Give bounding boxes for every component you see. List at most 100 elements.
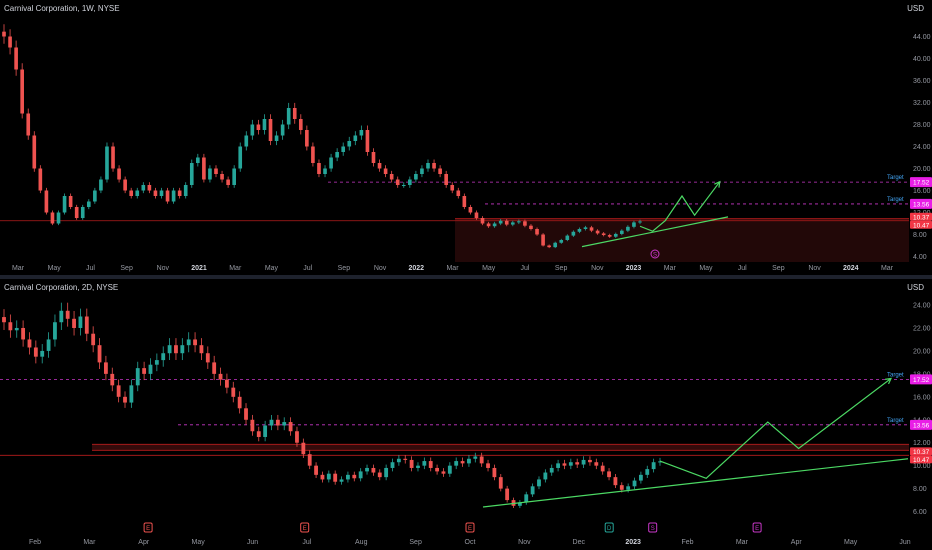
x-tick-label: 2024 <box>843 265 859 272</box>
candle-body <box>524 494 529 503</box>
candle-body <box>329 157 333 169</box>
candle-body <box>311 146 315 163</box>
candle-body <box>72 318 76 328</box>
candle-body <box>8 322 13 331</box>
candle-body <box>486 223 491 227</box>
event-marker-letter: S <box>651 526 655 532</box>
candle-body <box>84 316 89 334</box>
candle-body <box>256 431 261 437</box>
candle-body <box>33 347 38 357</box>
candle-body <box>498 220 503 224</box>
candle-body <box>205 353 210 363</box>
candle-body <box>377 472 382 478</box>
x-tick-label: Sep <box>120 265 133 272</box>
x-tick-label: Dec <box>573 539 586 546</box>
candle-body <box>193 339 197 346</box>
candle-body <box>280 124 285 136</box>
candle-body <box>238 146 243 169</box>
candle-body <box>473 456 478 459</box>
x-tick-label: Jun <box>899 539 910 546</box>
candle-body <box>123 179 127 191</box>
candle-body <box>2 317 6 323</box>
x-tick-label: May <box>265 265 279 272</box>
candle-body <box>74 207 79 218</box>
price-badge-text: 10.47 <box>913 457 930 464</box>
candle-body <box>256 124 261 130</box>
candle-body <box>161 353 166 361</box>
event-marker-letter: E <box>146 526 150 532</box>
candle-body <box>295 431 299 443</box>
candle-body <box>645 469 650 475</box>
x-tick-label: 2022 <box>409 265 425 272</box>
x-tick-label: Nov <box>808 265 821 272</box>
candle-body <box>559 240 564 243</box>
x-tick-label: Mar <box>446 265 459 272</box>
candle-body <box>14 327 19 331</box>
y-tick-label: 6.00 <box>913 509 927 516</box>
candle-body <box>46 339 51 351</box>
candle-body <box>326 473 331 480</box>
candle-body <box>212 362 217 374</box>
candle-body <box>159 190 164 196</box>
candle-body <box>232 168 236 185</box>
candle-body <box>365 467 369 472</box>
y-tick-label: 16.00 <box>913 394 931 401</box>
candle-body <box>50 212 55 224</box>
y-tick-label: 36.00 <box>913 78 931 85</box>
candle-body <box>26 113 31 136</box>
y-tick-label: 24.00 <box>913 144 931 151</box>
candle-body <box>384 467 389 478</box>
x-tick-label: 2023 <box>625 539 641 546</box>
candle-body <box>510 222 515 225</box>
x-tick-label: Jul <box>302 539 311 546</box>
candle-body <box>498 477 503 489</box>
x-tick-label: 2021 <box>191 265 207 272</box>
two-day-chart-canvas[interactable]: 6.008.0010.0012.0014.0016.0018.0020.0022… <box>0 279 932 550</box>
two-day-chart-pane[interactable]: 6.008.0010.0012.0014.0016.0018.0020.0022… <box>0 279 932 550</box>
candle-body <box>474 212 479 218</box>
candle-body <box>486 463 490 468</box>
candle-body <box>317 163 321 174</box>
candle-body <box>167 345 172 354</box>
weekly-chart-canvas[interactable]: 4.008.0012.0016.0020.0024.0028.0032.0036… <box>0 0 932 275</box>
candle-body <box>20 69 24 114</box>
candle-body <box>420 168 424 174</box>
candle-body <box>117 168 121 180</box>
price-badge-text: 10.37 <box>913 214 930 221</box>
chart-title: Carnival Corporation, 2D, NYSE <box>4 283 119 292</box>
candle-body <box>371 152 376 163</box>
candle-body <box>335 152 339 158</box>
candle-body <box>301 442 306 455</box>
candle-body <box>135 190 140 196</box>
x-tick-label: Mar <box>881 265 894 272</box>
candle-body <box>183 185 188 196</box>
candle-body <box>196 157 200 163</box>
candle-body <box>250 419 255 432</box>
x-tick-label: Nov <box>157 265 170 272</box>
candle-body <box>307 454 312 466</box>
candle-body <box>86 201 91 207</box>
candle-body <box>568 462 573 466</box>
candle-body <box>263 425 268 437</box>
event-marker-letter: D <box>607 526 612 532</box>
candle-body <box>432 163 436 169</box>
weekly-chart-pane[interactable]: 4.008.0012.0016.0020.0024.0028.0032.0036… <box>0 0 932 275</box>
candle-body <box>78 316 83 328</box>
target-price-badge-text: 13.56 <box>913 201 930 208</box>
candle-body <box>480 218 485 224</box>
candle-body <box>467 458 471 464</box>
candle-body <box>135 368 140 386</box>
candle-body <box>38 168 43 191</box>
x-tick-label: Nov <box>374 265 387 272</box>
candle-body <box>225 379 229 388</box>
candle-body <box>396 458 401 463</box>
candle-body <box>575 462 580 465</box>
x-tick-label: May <box>48 265 62 272</box>
resistance-band <box>92 444 909 451</box>
candle-body <box>292 108 297 119</box>
candle-body <box>651 462 656 470</box>
candle-body <box>416 465 420 468</box>
x-tick-label: Mar <box>664 265 677 272</box>
candle-body <box>523 221 527 226</box>
candle-body <box>547 245 551 248</box>
